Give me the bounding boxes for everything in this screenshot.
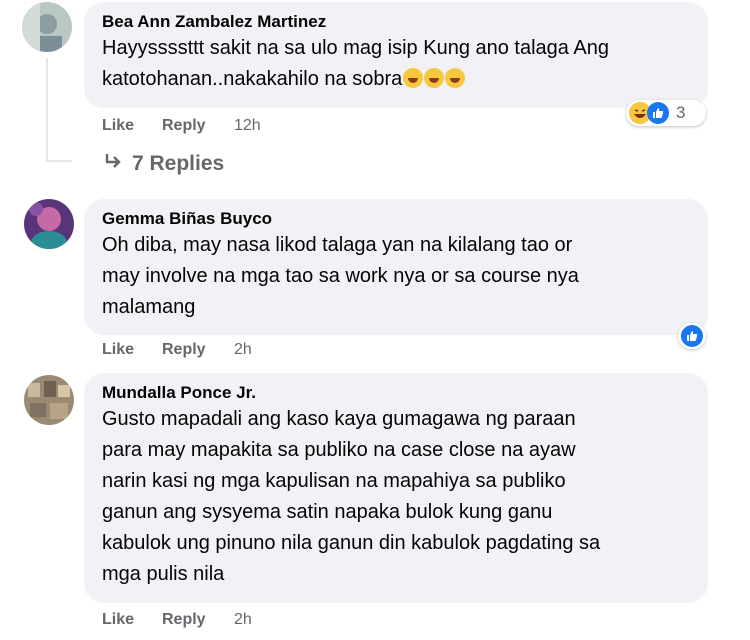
like-icon (681, 325, 703, 347)
reply-button[interactable]: Reply (162, 611, 206, 629)
like-button[interactable]: Like (102, 117, 134, 135)
comment-text: Oh diba, may nasa likod talaga yan na ki… (102, 234, 579, 318)
comment-actions: Like Reply 12h (102, 117, 402, 139)
comment-bubble: Gemma Biñas Buyco Oh diba, may nasa liko… (84, 199, 708, 335)
like-button[interactable]: Like (102, 341, 134, 359)
comment-author[interactable]: Bea Ann Zambalez Martinez (102, 11, 690, 33)
comment-author[interactable]: Mundalla Ponce Jr. (102, 382, 690, 404)
thread-line (46, 58, 48, 162)
reply-button[interactable]: Reply (162, 117, 206, 135)
comment-author[interactable]: Gemma Biñas Buyco (102, 208, 690, 230)
reaction-summary[interactable]: 3 (626, 100, 706, 126)
comment-timestamp[interactable]: 2h (234, 611, 252, 629)
replies-count-label[interactable]: 7 Replies (132, 152, 224, 175)
comment-text: Gusto mapadali ang kaso kaya gumagawa ng… (102, 408, 601, 585)
reaction-summary[interactable] (678, 323, 706, 349)
like-button[interactable]: Like (102, 611, 134, 629)
thread-line (46, 160, 72, 162)
view-replies-link[interactable]: 7 Replies (104, 152, 224, 176)
avatar[interactable] (24, 375, 74, 425)
comment-bubble: Mundalla Ponce Jr. Gusto mapadali ang ka… (84, 373, 708, 603)
avatar[interactable] (24, 199, 74, 249)
comment-actions: Like Reply 2h (102, 611, 402, 633)
comment-timestamp[interactable]: 2h (234, 341, 252, 359)
comment-bubble: Bea Ann Zambalez Martinez Hayyssssttt sa… (84, 2, 708, 108)
like-icon (647, 102, 669, 124)
comment-actions: Like Reply 2h (102, 341, 402, 363)
comment-text: Hayyssssttt sakit na sa ulo mag isip Kun… (102, 37, 609, 90)
reply-arrow-icon (104, 152, 122, 176)
rolling-laughing-emoji (402, 68, 466, 90)
avatar[interactable] (22, 2, 72, 52)
reaction-count: 3 (676, 103, 686, 122)
reply-button[interactable]: Reply (162, 341, 206, 359)
comment-timestamp[interactable]: 12h (234, 117, 261, 135)
